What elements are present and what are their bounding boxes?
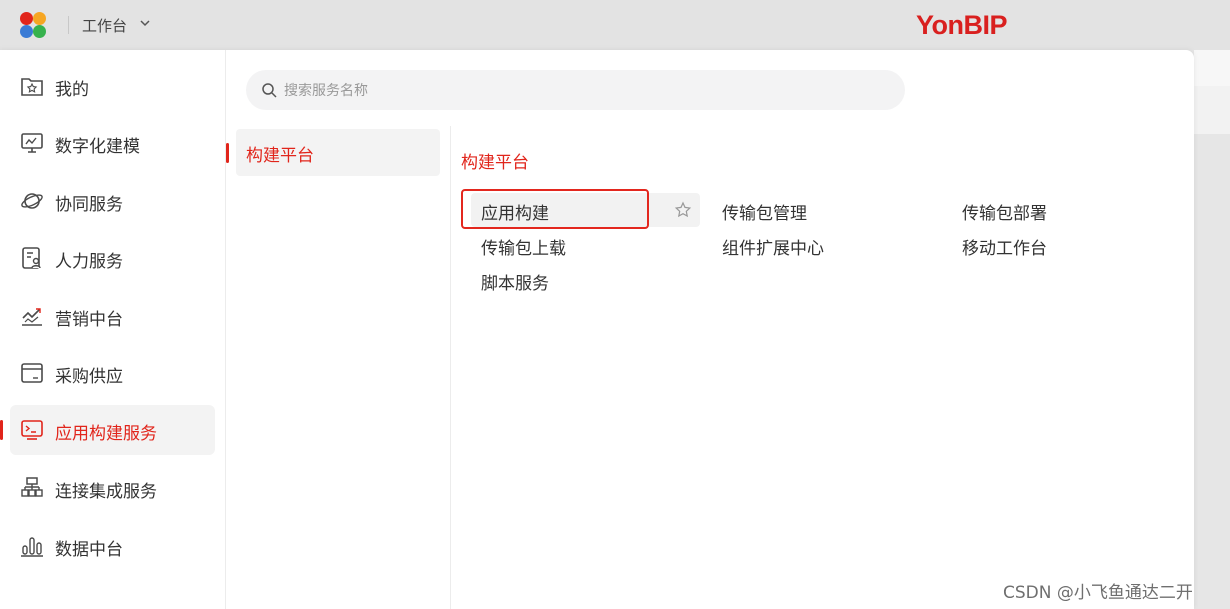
sidebar-item-digital-modeling[interactable]: 数字化建模	[10, 118, 215, 168]
service-item-label: 脚本服务	[481, 274, 549, 294]
sidebar-item-label: 采购供应	[55, 367, 123, 387]
background-strip	[1194, 86, 1230, 134]
sidebar-item-collaboration[interactable]: 协同服务	[10, 176, 215, 226]
search-icon	[262, 83, 277, 98]
category-item-build-platform[interactable]: 构建平台	[236, 129, 440, 176]
monitor-chart-icon	[21, 133, 43, 153]
sidebar-item-label: 数字化建模	[55, 137, 140, 157]
sidebar-item-label: 我的	[55, 80, 89, 100]
folder-star-icon	[21, 78, 43, 96]
terminal-icon	[21, 420, 43, 440]
service-item-label: 传输包部署	[962, 204, 1047, 224]
network-icon	[21, 477, 43, 497]
top-bar: 工作台 YonBIP	[0, 0, 1230, 50]
workspace-title[interactable]: 工作台	[82, 15, 127, 36]
chevron-down-icon[interactable]	[138, 16, 152, 30]
sidebar-item-label: 连接集成服务	[55, 482, 157, 502]
divider	[68, 16, 69, 34]
section-title: 构建平台	[461, 153, 529, 173]
trend-chart-icon	[22, 308, 42, 326]
sidebar-item-marketing[interactable]: 营销中台	[10, 291, 215, 341]
active-marker	[226, 143, 229, 163]
sidebar-item-integration[interactable]: 连接集成服务	[10, 463, 215, 513]
sidebar-item-label: 应用构建服务	[55, 424, 157, 444]
category-item-label: 构建平台	[246, 146, 314, 166]
sidebar-item-app-build[interactable]: 应用构建服务	[10, 405, 215, 455]
sidebar-item-label: 人力服务	[55, 252, 123, 272]
highlight-box	[461, 189, 649, 229]
star-icon[interactable]	[674, 201, 692, 219]
watermark: CSDN @小飞鱼通达二开	[1003, 583, 1193, 603]
service-item-label: 组件扩展中心	[722, 239, 824, 259]
sidebar-item-hr[interactable]: 人力服务	[10, 233, 215, 283]
sidebar-item-procurement[interactable]: 采购供应	[10, 348, 215, 398]
search-bar[interactable]	[246, 70, 905, 110]
background-strip	[1194, 50, 1230, 86]
window-icon	[21, 363, 43, 383]
service-item-label: 传输包上载	[481, 239, 566, 259]
active-marker	[0, 420, 3, 440]
sidebar-item-label: 营销中台	[55, 310, 123, 330]
service-menu-panel: 我的 数字化建模 协同服务 人力服务 营销中台 采购供应 应用构建服务 连接集成…	[0, 50, 1194, 609]
brand-logo: YonBIP	[916, 10, 1008, 40]
sidebar: 我的 数字化建模 协同服务 人力服务 营销中台 采购供应 应用构建服务 连接集成…	[0, 50, 226, 609]
bar-chart-icon	[21, 537, 43, 557]
planet-icon	[21, 193, 43, 209]
service-item-label: 移动工作台	[962, 239, 1047, 259]
app-logo-icon[interactable]	[18, 12, 50, 40]
sidebar-item-data-center[interactable]: 数据中台	[10, 521, 215, 571]
category-list: 构建平台	[226, 126, 451, 609]
sidebar-item-label: 协同服务	[55, 195, 123, 215]
service-item-label: 传输包管理	[722, 204, 807, 224]
sidebar-item-label: 数据中台	[55, 540, 123, 560]
sidebar-item-mine[interactable]: 我的	[10, 61, 215, 111]
search-input[interactable]	[282, 78, 886, 104]
person-card-icon	[22, 247, 41, 269]
